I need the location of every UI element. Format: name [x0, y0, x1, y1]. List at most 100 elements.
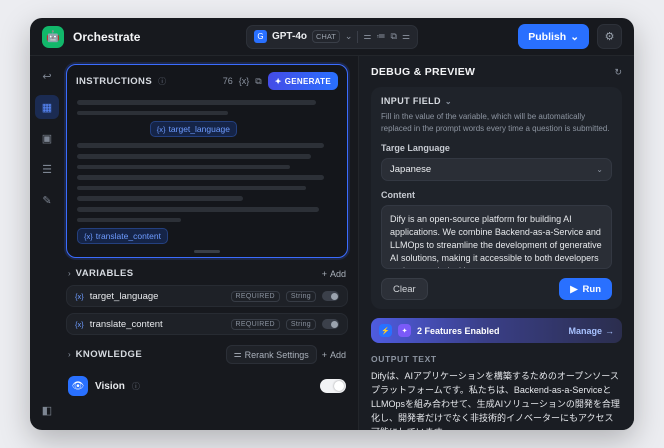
- input-field-card: INPUT FIELD ⌄ Fill in the value of the v…: [371, 87, 622, 310]
- app-window: 🤖 Orchestrate G GPT-4o CHAT ⌄ ⚌ ≔ ⧉ ⚌ Pu…: [30, 18, 634, 430]
- debug-preview-panel: DEBUG & PREVIEW ↻ INPUT FIELD ⌄ Fill in …: [358, 56, 634, 430]
- eye-icon: 👁: [71, 380, 85, 392]
- orchestrate-column: INSTRUCTIONS ⓘ 76 {x} ⧉ ✦ GENERATE {x} t…: [64, 56, 358, 430]
- sparkle-icon: ✦: [274, 76, 282, 86]
- model-provider-icon: G: [253, 30, 267, 43]
- prompt-editor[interactable]: {x} target_language {x} translate_conten…: [67, 94, 347, 257]
- logs-list-icon: ☰: [42, 163, 52, 176]
- sliders-icon: ⚌: [233, 349, 242, 359]
- variable-chip-target-language[interactable]: {x} target_language: [149, 121, 238, 138]
- info-icon: ⓘ: [158, 76, 167, 86]
- features-enabled-text: 2 Features Enabled: [417, 325, 500, 336]
- skeleton-line: [77, 185, 306, 191]
- add-knowledge-button[interactable]: + Add: [322, 350, 346, 360]
- chevron-right-icon[interactable]: ›: [68, 350, 71, 359]
- rail-item-logs[interactable]: ☰: [35, 157, 59, 181]
- required-badge: REQUIRED: [230, 318, 280, 330]
- info-icon: ⓘ: [131, 381, 140, 391]
- variable-row-translate-content[interactable]: {x} translate_content REQUIRED String: [66, 313, 348, 335]
- chevron-down-icon[interactable]: ⌄: [445, 97, 452, 106]
- variable-toggle[interactable]: [322, 291, 339, 301]
- skeleton-line: [77, 100, 317, 105]
- generate-button[interactable]: ✦ GENERATE: [267, 72, 338, 90]
- arrow-right-icon: →: [605, 325, 614, 336]
- rerank-label: Rerank Settings: [244, 349, 309, 360]
- skeleton-line: [77, 143, 324, 148]
- chevron-down-icon: ⌄: [570, 30, 579, 43]
- model-selector[interactable]: G GPT-4o CHAT ⌄ ⚌ ≔ ⧉ ⚌: [245, 24, 419, 49]
- variable-row-target-language[interactable]: {x} target_language REQUIRED String: [66, 285, 348, 307]
- vision-label: Vision: [95, 380, 125, 392]
- orchestrate-icon: ▦: [41, 101, 53, 114]
- variables-title: VARIABLES: [75, 268, 134, 279]
- left-rail: ↩ ▦ ▣ ☰ ✎ ◧: [30, 56, 64, 430]
- output-text: Difyは、AIアプリケーションを構築するためのオープンソースプラットフォームで…: [371, 371, 620, 430]
- publish-button[interactable]: Publish ⌄: [518, 24, 589, 49]
- variable-chip-label: translate_content: [95, 231, 161, 242]
- chat-mode-badge[interactable]: CHAT: [312, 30, 340, 43]
- skeleton-line: [77, 153, 311, 159]
- copy-icon[interactable]: ⧉: [391, 32, 397, 41]
- rail-item-api[interactable]: ▣: [35, 126, 59, 150]
- vision-row: 👁 Vision ⓘ: [66, 376, 348, 396]
- required-badge: REQUIRED: [230, 290, 280, 302]
- generate-label: GENERATE: [284, 76, 331, 86]
- back-nav-icon[interactable]: ↩: [35, 64, 59, 88]
- skeleton-line: [77, 207, 319, 212]
- plus-icon: +: [321, 268, 327, 279]
- robot-icon: 🤖: [46, 31, 60, 43]
- chevron-down-icon: ⌄: [596, 165, 603, 175]
- model-name: GPT-4o: [271, 31, 307, 42]
- rail-item-annotation[interactable]: ✎: [35, 188, 59, 212]
- type-badge[interactable]: String: [285, 290, 316, 302]
- rail-item-orchestrate[interactable]: ▦: [35, 95, 59, 119]
- manage-label: Manage: [568, 325, 602, 336]
- variable-name: target_language: [89, 290, 159, 302]
- sliders-icon[interactable]: ⚌: [363, 32, 371, 41]
- gear-icon: ⚙: [604, 31, 615, 43]
- pen-icon: ✎: [42, 194, 52, 207]
- clear-button[interactable]: Clear: [381, 278, 428, 301]
- refresh-icon[interactable]: ↻: [614, 67, 622, 78]
- knowledge-header: › KNOWLEDGE ⚌ Rerank Settings + Add: [66, 345, 348, 364]
- add-variable-button[interactable]: + Add: [322, 269, 346, 279]
- variable-icon: {x}: [156, 124, 166, 134]
- manage-features-link[interactable]: Manage →: [568, 326, 614, 336]
- target-language-select[interactable]: Japanese ⌄: [381, 158, 612, 182]
- copy-icon[interactable]: ⧉: [255, 76, 261, 87]
- chevron-right-icon[interactable]: ›: [68, 269, 71, 278]
- run-button[interactable]: ▶ Run: [559, 278, 612, 301]
- insert-variable-icon[interactable]: {x}: [239, 76, 250, 86]
- instructions-title: INSTRUCTIONS: [76, 75, 153, 87]
- variable-icon: {x}: [75, 319, 84, 329]
- variable-chip-translate-content[interactable]: {x} translate_content: [77, 228, 168, 245]
- collapse-sidebar-button[interactable]: ◧: [35, 398, 59, 422]
- back-icon: ↩: [42, 70, 52, 83]
- variable-chip-label: target_language: [168, 124, 231, 135]
- vision-toggle[interactable]: [320, 379, 346, 393]
- variable-toggle[interactable]: [322, 319, 339, 329]
- features-bar[interactable]: ⚡ ✦ 2 Features Enabled Manage →: [371, 318, 622, 344]
- rerank-settings-button[interactable]: ⚌ Rerank Settings: [225, 345, 317, 364]
- chevron-down-icon: ⌄: [344, 31, 353, 41]
- feature-icon-2: ✦: [398, 324, 411, 338]
- plus-icon: +: [321, 349, 327, 360]
- variable-icon: {x}: [75, 291, 84, 301]
- content-textarea[interactable]: Dify is an open-source platform for buil…: [381, 205, 612, 270]
- variable-name: translate_content: [89, 318, 163, 330]
- top-header: 🤖 Orchestrate G GPT-4o CHAT ⌄ ⚌ ≔ ⧉ ⚌ Pu…: [30, 18, 634, 56]
- type-badge[interactable]: String: [285, 318, 316, 330]
- settings-button[interactable]: ⚙: [597, 24, 622, 49]
- shield-icon: ✦: [401, 327, 408, 335]
- resize-handle[interactable]: [194, 250, 220, 254]
- expand-icon[interactable]: ⚌: [402, 32, 410, 41]
- knowledge-title: KNOWLEDGE: [75, 349, 143, 360]
- prompt-icon[interactable]: ≔: [377, 32, 386, 41]
- app-icon[interactable]: 🤖: [42, 25, 64, 48]
- target-language-label: Targe Language: [381, 143, 450, 154]
- terminal-icon: ▣: [41, 132, 53, 145]
- skeleton-line: [77, 217, 181, 223]
- input-field-description: Fill in the value of the variable, which…: [381, 112, 610, 133]
- output-text-title: OUTPUT TEXT: [371, 354, 437, 365]
- instructions-panel[interactable]: INSTRUCTIONS ⓘ 76 {x} ⧉ ✦ GENERATE {x} t…: [66, 64, 348, 258]
